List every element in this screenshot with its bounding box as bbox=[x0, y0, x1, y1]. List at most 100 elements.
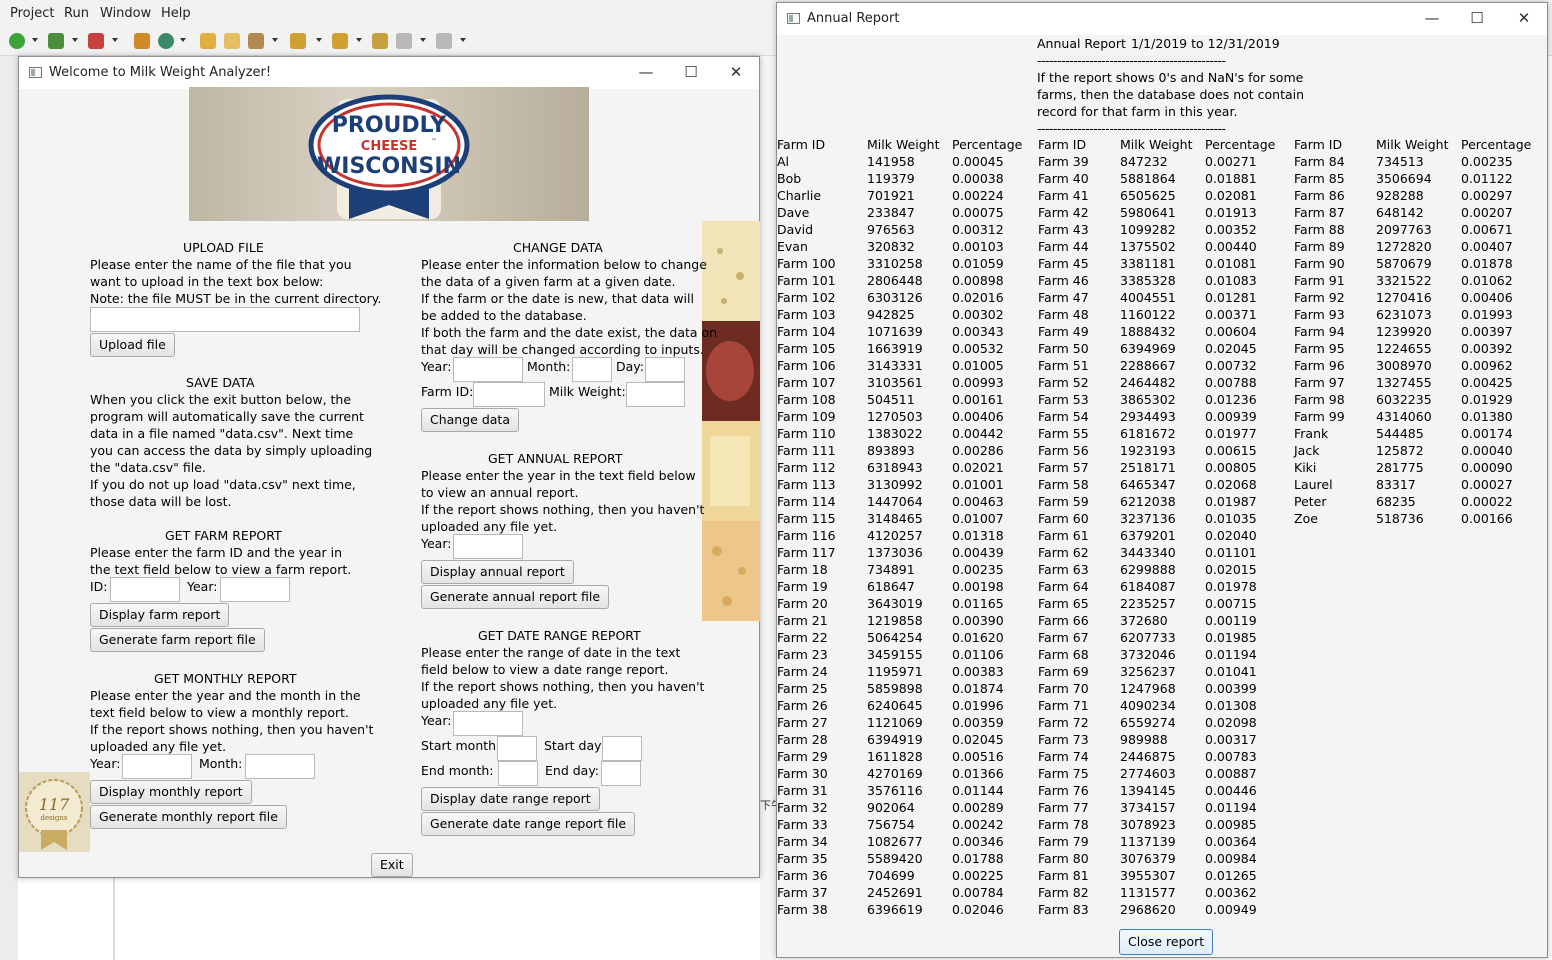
table-cell-farm-id: Farm 30 bbox=[777, 766, 828, 781]
package-icon[interactable] bbox=[134, 33, 150, 49]
table-cell-percentage: 0.00604 bbox=[1205, 324, 1257, 339]
change-month-input[interactable] bbox=[572, 357, 612, 382]
forward-arrow-icon[interactable] bbox=[436, 33, 452, 49]
table-cell-farm-id: Farm 103 bbox=[777, 307, 836, 322]
banner-line2: CHEESE bbox=[361, 139, 417, 154]
generate-farm-report-button[interactable]: Generate farm report file bbox=[90, 628, 265, 652]
farm-year-input[interactable] bbox=[220, 577, 290, 602]
open-folder-icon[interactable] bbox=[200, 33, 216, 49]
annual-report-text: to view an annual report. bbox=[421, 485, 579, 500]
display-farm-report-button[interactable]: Display farm report bbox=[90, 603, 230, 627]
prev-annotation-icon[interactable] bbox=[332, 33, 348, 49]
menu-run[interactable]: Run bbox=[64, 6, 89, 21]
menu-help[interactable]: Help bbox=[161, 6, 191, 21]
table-cell-milk-weight: 4270169 bbox=[867, 766, 923, 781]
next-annotation-icon[interactable] bbox=[290, 33, 306, 49]
table-cell-farm-id: Farm 88 bbox=[1294, 222, 1345, 237]
table-cell-milk-weight: 1121069 bbox=[867, 715, 923, 730]
column-header-percentage: Percentage bbox=[1461, 137, 1532, 152]
display-annual-report-button[interactable]: Display annual report bbox=[421, 560, 574, 584]
banner-line1: PROUDLY bbox=[332, 113, 447, 138]
maximize-button[interactable]: ☐ bbox=[1454, 3, 1500, 33]
table-cell-farm-id: Farm 89 bbox=[1294, 239, 1345, 254]
change-farm-id-input[interactable] bbox=[473, 382, 545, 407]
table-cell-percentage: 0.01035 bbox=[1205, 511, 1257, 526]
annual-year-input[interactable] bbox=[453, 534, 523, 559]
change-year-input[interactable] bbox=[453, 357, 523, 382]
table-cell-farm-id: Farm 71 bbox=[1038, 698, 1089, 713]
date-range-year-input[interactable] bbox=[453, 711, 523, 736]
app-icon bbox=[29, 67, 42, 78]
table-cell-milk-weight: 2806448 bbox=[867, 273, 923, 288]
table-cell-percentage: 0.00788 bbox=[1205, 375, 1257, 390]
report-separator: ----------------------------------------… bbox=[1037, 53, 1226, 68]
maximize-button[interactable]: ☐ bbox=[668, 57, 714, 87]
table-cell-milk-weight: 847232 bbox=[1120, 154, 1168, 169]
table-cell-milk-weight: 6231073 bbox=[1376, 307, 1432, 322]
display-monthly-report-button[interactable]: Display monthly report bbox=[90, 780, 252, 804]
table-cell-milk-weight: 2288667 bbox=[1120, 358, 1176, 373]
table-cell-milk-weight: 6240645 bbox=[867, 698, 923, 713]
coverage-icon[interactable] bbox=[88, 33, 104, 49]
table-cell-milk-weight: 2097763 bbox=[1376, 222, 1432, 237]
chevron-down-icon[interactable] bbox=[180, 38, 186, 42]
pen-icon[interactable] bbox=[248, 33, 264, 49]
chevron-down-icon[interactable] bbox=[272, 38, 278, 42]
last-edit-icon[interactable] bbox=[372, 33, 388, 49]
generate-date-range-report-button[interactable]: Generate date range report file bbox=[421, 812, 636, 836]
end-month-input[interactable] bbox=[498, 761, 538, 786]
chevron-down-icon[interactable] bbox=[460, 38, 466, 42]
farm-id-input[interactable] bbox=[110, 577, 180, 602]
chevron-down-icon[interactable] bbox=[112, 38, 118, 42]
chevron-down-icon[interactable] bbox=[72, 38, 78, 42]
table-cell-percentage: 0.00364 bbox=[1205, 834, 1257, 849]
table-cell-percentage: 0.00312 bbox=[952, 222, 1004, 237]
table-cell-farm-id: Charlie bbox=[777, 188, 822, 203]
monthly-year-label: Year: bbox=[90, 756, 121, 771]
folder-icon[interactable] bbox=[224, 33, 240, 49]
debug-icon[interactable] bbox=[48, 33, 64, 49]
back-arrow-icon[interactable] bbox=[396, 33, 412, 49]
run-icon[interactable] bbox=[9, 33, 25, 49]
close-button[interactable]: ✕ bbox=[1501, 3, 1547, 33]
table-cell-farm-id: Farm 38 bbox=[777, 902, 828, 917]
chevron-down-icon[interactable] bbox=[316, 38, 322, 42]
table-cell-farm-id: Kiki bbox=[1294, 460, 1317, 475]
start-month-input[interactable] bbox=[497, 736, 537, 761]
exit-button[interactable]: Exit bbox=[371, 853, 413, 877]
new-class-icon[interactable] bbox=[158, 33, 174, 49]
menu-window[interactable]: Window bbox=[100, 6, 151, 21]
generate-annual-report-button[interactable]: Generate annual report file bbox=[421, 585, 610, 609]
close-button[interactable]: ✕ bbox=[713, 57, 759, 87]
generate-monthly-report-button[interactable]: Generate monthly report file bbox=[90, 805, 287, 829]
chevron-down-icon[interactable] bbox=[32, 38, 38, 42]
chevron-down-icon[interactable] bbox=[356, 38, 362, 42]
display-date-range-report-button[interactable]: Display date range report bbox=[421, 787, 600, 811]
minimize-button[interactable]: — bbox=[1409, 3, 1455, 33]
close-report-button[interactable]: Close report bbox=[1119, 929, 1214, 955]
upload-file-button[interactable]: Upload file bbox=[90, 333, 175, 357]
save-text: those data will be lost. bbox=[90, 494, 232, 509]
table-cell-milk-weight: 734891 bbox=[867, 562, 915, 577]
chevron-down-icon[interactable] bbox=[420, 38, 426, 42]
table-cell-farm-id: Farm 111 bbox=[777, 443, 836, 458]
minimize-button[interactable]: — bbox=[623, 57, 669, 87]
menu-project[interactable]: Project bbox=[10, 6, 54, 21]
start-day-input[interactable] bbox=[602, 736, 642, 761]
table-cell-percentage: 0.00224 bbox=[952, 188, 1004, 203]
table-cell-farm-id: Farm 42 bbox=[1038, 205, 1089, 220]
change-milk-weight-input[interactable] bbox=[626, 382, 685, 407]
change-data-button[interactable]: Change data bbox=[421, 408, 519, 432]
table-cell-milk-weight: 1611828 bbox=[867, 749, 923, 764]
monthly-month-input[interactable] bbox=[245, 754, 315, 779]
table-cell-milk-weight: 6379201 bbox=[1120, 528, 1176, 543]
end-month-label: End month: bbox=[421, 763, 494, 778]
table-cell-farm-id: Farm 102 bbox=[777, 290, 836, 305]
farm-report-heading: GET FARM REPORT bbox=[165, 528, 282, 543]
wisconsin-cheese-banner: PROUDLY CHEESE ™ WISCONSIN bbox=[189, 87, 589, 221]
table-cell-farm-id: Peter bbox=[1294, 494, 1327, 509]
upload-filename-input[interactable] bbox=[90, 307, 360, 332]
change-day-input[interactable] bbox=[645, 357, 685, 382]
end-day-input[interactable] bbox=[601, 761, 641, 786]
monthly-year-input[interactable] bbox=[122, 754, 192, 779]
